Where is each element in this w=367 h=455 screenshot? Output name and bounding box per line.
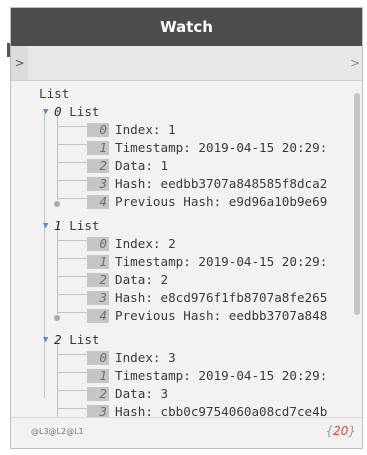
list-label: List [69, 104, 100, 119]
item-value: Data: 1 [115, 158, 169, 173]
item-value: Index: 3 [115, 350, 176, 365]
tree-guide-line [57, 390, 87, 391]
item-index-badge: 2 [87, 158, 109, 173]
list-index: 0 [54, 104, 62, 119]
scrollbar-thumb[interactable] [354, 93, 360, 315]
tree-guide-line [57, 354, 87, 355]
item-index-badge: 3 [87, 290, 109, 305]
tree-guide-line [57, 258, 87, 259]
root-list-label: List [39, 86, 70, 101]
list-label: List [69, 332, 100, 347]
vertical-scrollbar[interactable] [352, 81, 362, 418]
item-index-badge: 3 [87, 404, 109, 418]
list-item[interactable]: 3 Hash: cbb0c9754060a08cd7ce4b [87, 403, 327, 418]
item-value: Timestamp: 2019-04-15 20:29: [115, 254, 328, 269]
tree-root-label: List [39, 85, 69, 103]
item-index-badge: 2 [87, 272, 109, 287]
item-value: Data: 2 [115, 272, 169, 287]
item-value: Hash: eedbb3707a848585f8dca2 [115, 176, 328, 191]
list-item[interactable]: 1 Timestamp: 2019-04-15 20:29: [87, 253, 327, 271]
item-index-badge: 0 [87, 122, 109, 137]
item-index-badge: 3 [87, 176, 109, 191]
list-item[interactable]: 2 Data: 2 [87, 271, 168, 289]
item-value: Index: 2 [115, 236, 176, 251]
item-value: Hash: cbb0c9754060a08cd7ce4b [115, 404, 328, 418]
tree-guide-line [57, 240, 87, 241]
list-levels[interactable]: @L3@L2@L1 [31, 427, 84, 436]
list-index: 1 [54, 218, 62, 233]
watch-tree-view[interactable]: List ▼ 0 List 0 Index: 1 1 Timestamp: 2019-… [25, 81, 362, 418]
item-value: Data: 3 [115, 386, 169, 401]
list-item[interactable]: 1 Timestamp: 2019-04-15 20:29: [87, 139, 327, 157]
tree-guide-line [57, 372, 87, 373]
item-index-badge: 1 [87, 368, 109, 383]
count-brace-close: } [348, 424, 356, 438]
item-value: Previous Hash: e9d96a10b9e69 [115, 194, 328, 209]
list-header[interactable]: ▼ 2 List [43, 331, 100, 349]
list-item[interactable]: 3 Hash: e8cd976f1fb8707a8fe265 [87, 289, 327, 307]
port-bar: > > [11, 46, 362, 81]
item-value: Index: 1 [115, 122, 176, 137]
triangle-down-icon[interactable]: ▼ [43, 217, 54, 235]
list-item[interactable]: 2 Data: 3 [87, 385, 168, 403]
list-item[interactable]: 3 Hash: eedbb3707a848585f8dca2 [87, 175, 327, 193]
list-header[interactable]: ▼ 0 List [43, 103, 100, 121]
list-label: List [69, 218, 100, 233]
tree-guide-line [57, 110, 58, 200]
triangle-down-icon[interactable]: ▼ [43, 331, 54, 349]
item-value: Timestamp: 2019-04-15 20:29: [115, 140, 328, 155]
tree-guide-line [57, 198, 87, 199]
level-l3[interactable]: @L3 [31, 427, 49, 436]
count-value: 20 [333, 424, 349, 438]
tree-guide-line [57, 312, 87, 313]
watch-node[interactable]: Watch > > List ▼ 0 List 0 Index: 1 1 Tim… [10, 7, 363, 449]
tree-guide-line [57, 294, 87, 295]
list-item[interactable]: 4 Previous Hash: eedbb3707a848 [87, 307, 327, 325]
node-title[interactable]: Watch [11, 8, 362, 46]
output-port[interactable]: > [350, 46, 362, 80]
tree-guide-line [57, 276, 87, 277]
tree-guide-line [57, 180, 87, 181]
tree-guide-line [57, 144, 87, 145]
input-port[interactable]: > [11, 46, 28, 80]
list-item[interactable]: 0 Index: 1 [87, 121, 176, 139]
level-l1[interactable]: @L1 [66, 427, 84, 436]
tree-node-dot [54, 201, 60, 207]
item-index-badge: 4 [87, 308, 109, 323]
item-value: Previous Hash: eedbb3707a848 [115, 308, 328, 323]
tree-guide-line [57, 338, 58, 418]
tree-node-dot [54, 315, 60, 321]
tree-guide-line [57, 162, 87, 163]
item-index-badge: 2 [87, 386, 109, 401]
list-header[interactable]: ▼ 1 List [43, 217, 100, 235]
count-brace-open: { [325, 424, 334, 438]
item-count: {20} [325, 424, 356, 438]
list-item[interactable]: 0 Index: 3 [87, 349, 176, 367]
list-item[interactable]: 0 Index: 2 [87, 235, 176, 253]
list-item[interactable]: 1 Timestamp: 2019-04-15 20:29: [87, 367, 327, 385]
item-index-badge: 1 [87, 140, 109, 155]
list-item[interactable]: 4 Previous Hash: e9d96a10b9e69 [87, 193, 327, 211]
level-l2[interactable]: @L2 [49, 427, 67, 436]
tree-guide-line [57, 408, 87, 409]
item-value: Hash: e8cd976f1fb8707a8fe265 [115, 290, 328, 305]
watch-footer: @L3@L2@L1 {20} [11, 417, 362, 448]
tree-guide-line [57, 224, 58, 314]
list-item[interactable]: 2 Data: 1 [87, 157, 168, 175]
item-value: Timestamp: 2019-04-15 20:29: [115, 368, 328, 383]
tree-guide-line [44, 110, 45, 398]
item-index-badge: 0 [87, 350, 109, 365]
triangle-down-icon[interactable]: ▼ [43, 103, 54, 121]
item-index-badge: 4 [87, 194, 109, 209]
list-index: 2 [54, 332, 62, 347]
item-index-badge: 0 [87, 236, 109, 251]
tree-guide-line [57, 126, 87, 127]
item-index-badge: 1 [87, 254, 109, 269]
